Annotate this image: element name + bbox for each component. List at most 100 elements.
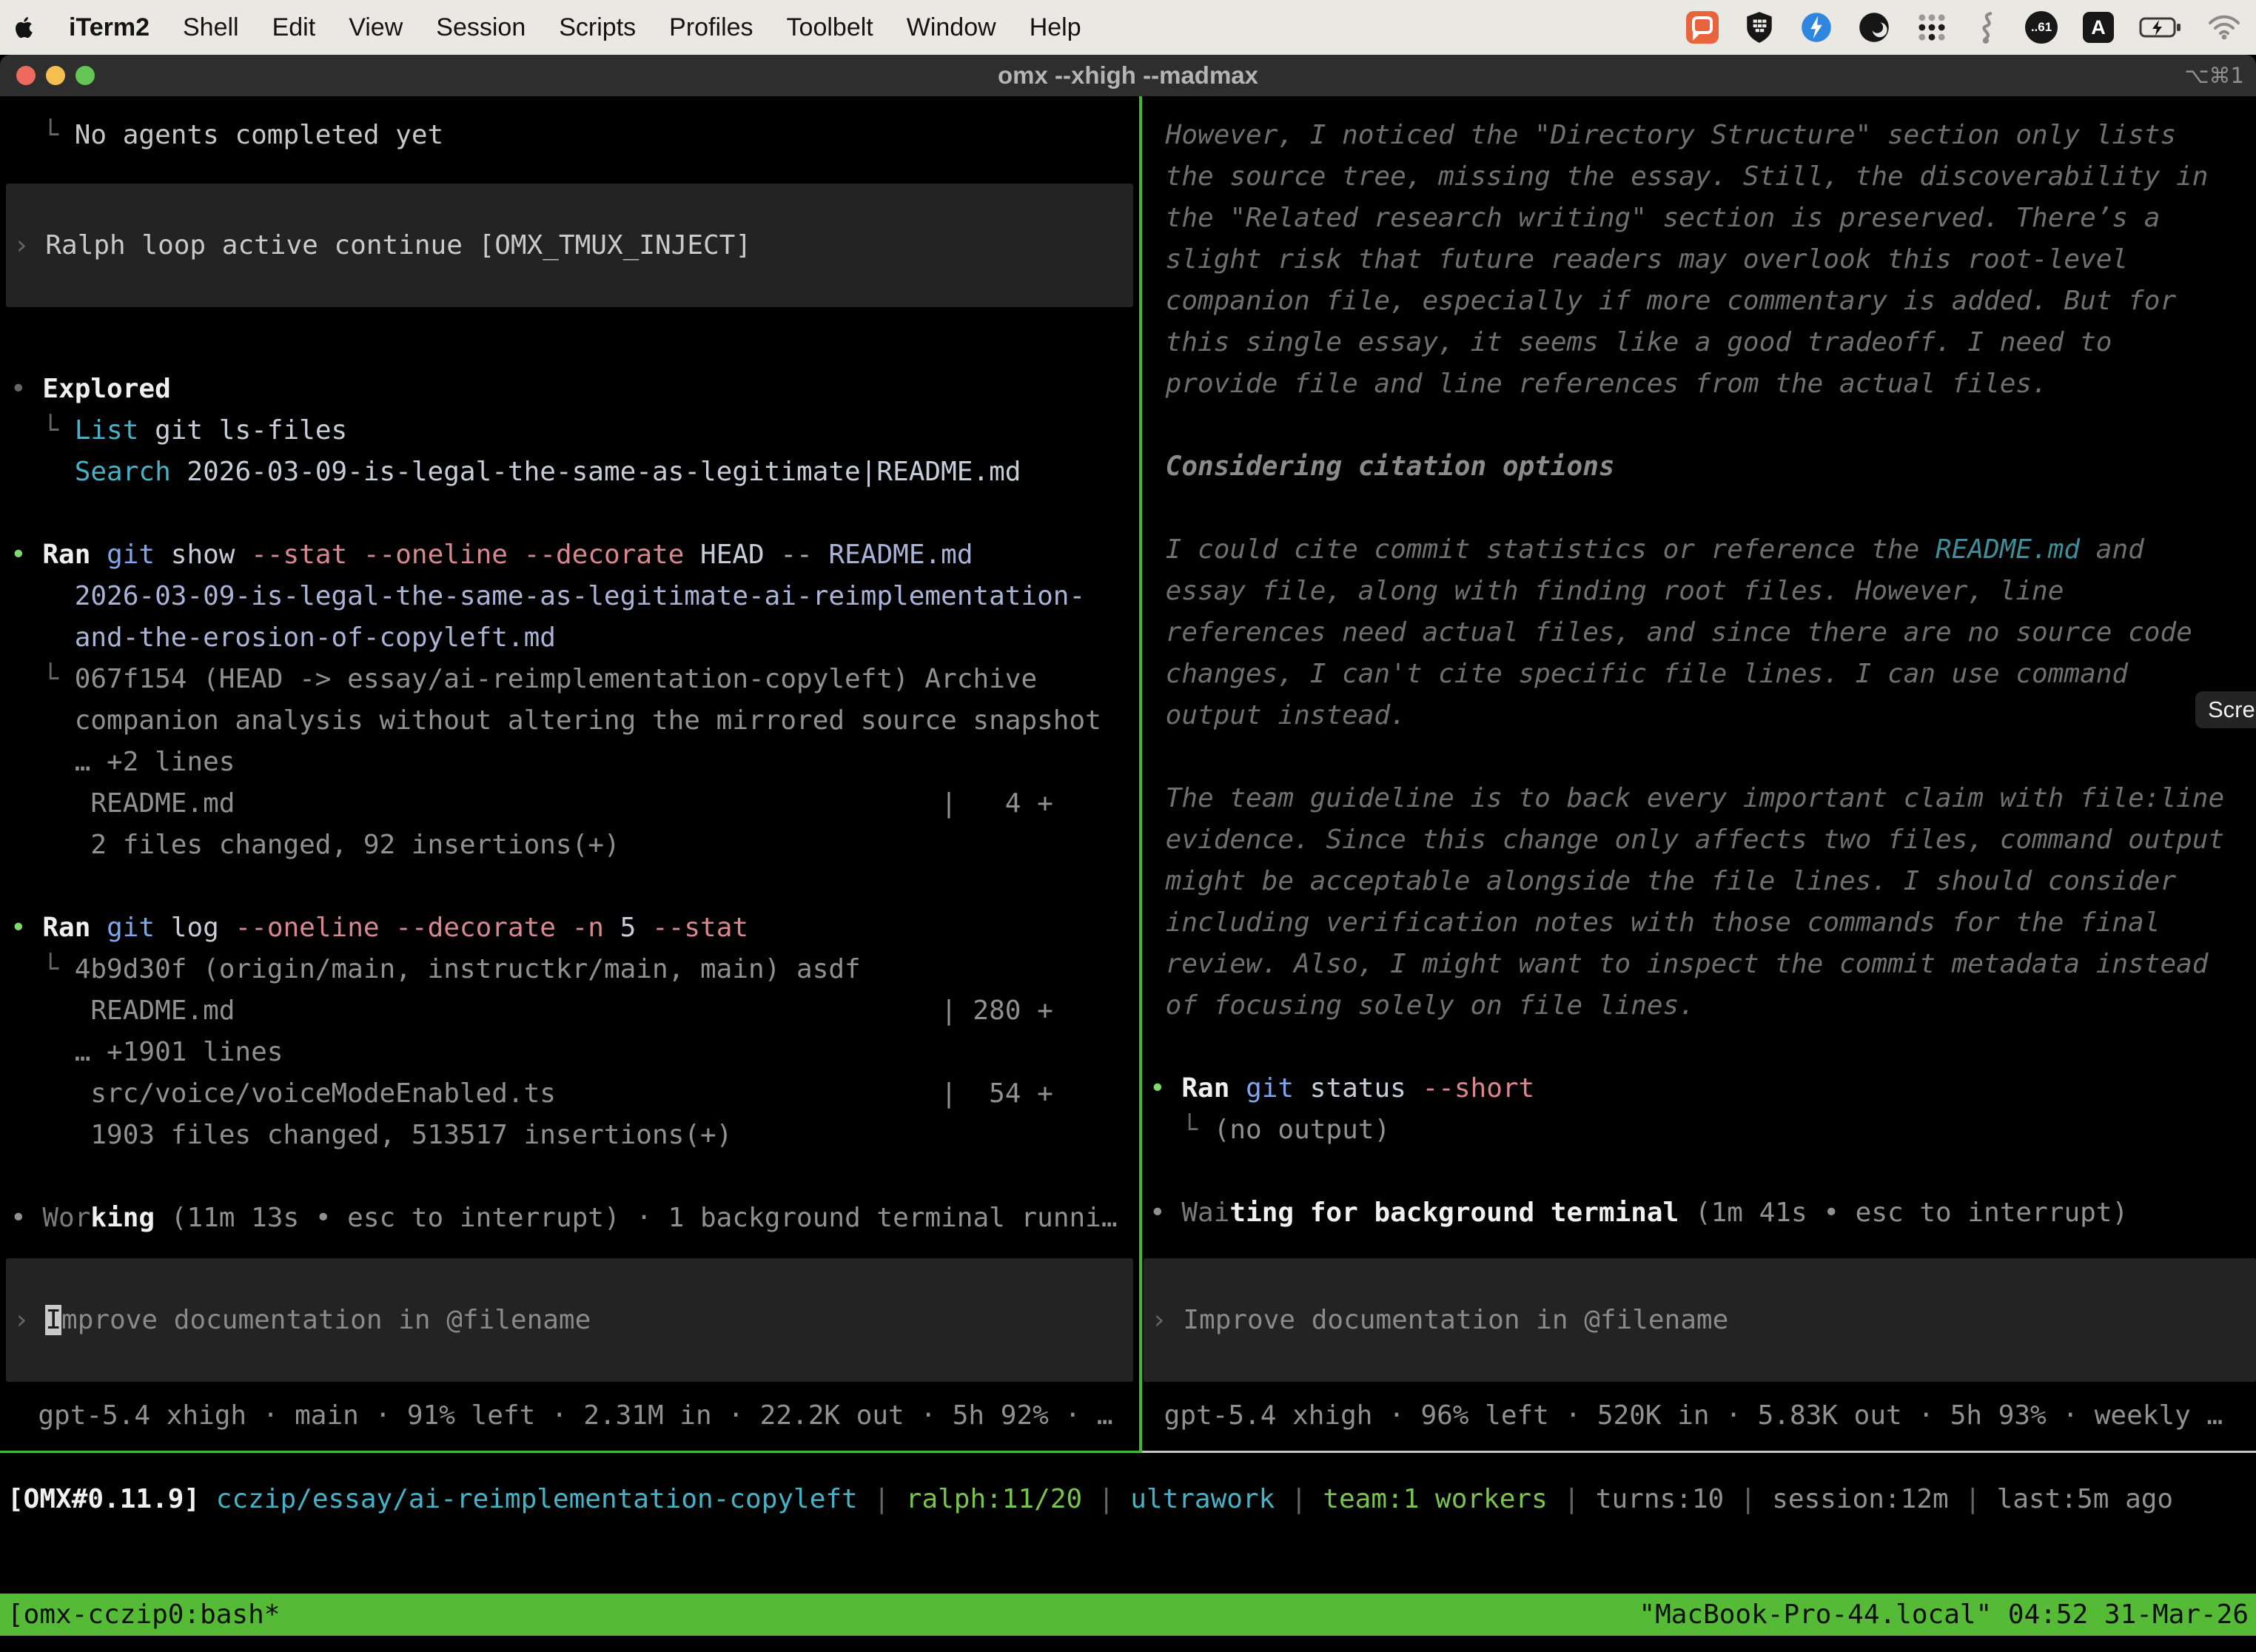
text-segment: king: [90, 1203, 155, 1233]
text-segment: •: [10, 374, 42, 404]
text-segment: |: [1548, 1484, 1596, 1514]
chat-app-icon[interactable]: [1686, 11, 1719, 44]
text-segment: review. Also, I might want to inspect th…: [1149, 949, 2208, 979]
terminal-line: • Working (11m 13s • esc to interrupt) ·…: [10, 1198, 1139, 1239]
text-segment: last:5m ago: [1997, 1484, 2173, 1514]
menu-item-session[interactable]: Session: [436, 13, 526, 42]
text-segment: cczip/essay/ai-reimplementation-copyleft: [216, 1484, 858, 1514]
menu-item-edit[interactable]: Edit: [272, 13, 316, 42]
pane-border-bottom-left: [0, 1451, 1142, 1453]
text-segment: --: [780, 540, 812, 570]
wifi-icon[interactable]: [2207, 14, 2241, 41]
text-segment: └: [10, 664, 75, 694]
terminal-line: └ 4b9d30f (origin/main, instructkr/main,…: [10, 949, 1139, 990]
text-segment: including verification notes with those …: [1149, 907, 2160, 938]
left-terminal-pane[interactable]: └ No agents completed yet › Ralph loop a…: [0, 96, 1139, 1451]
terminal-line: [10, 866, 1139, 907]
terminal-line: of focusing solely on file lines.: [1149, 985, 2256, 1027]
text-segment: status: [1294, 1073, 1422, 1104]
terminal-line: • Ran git show --stat --oneline --decora…: [10, 534, 1139, 576]
left-pane-log-lines: • Explored └ List git ls-files Search 20…: [10, 369, 1139, 1239]
right-prompt-input[interactable]: › Improve documentation in @filename: [1144, 1258, 2256, 1382]
a-key-icon[interactable]: A: [2083, 12, 2114, 43]
text-segment: ›: [1151, 1305, 1183, 1335]
menu-item-scripts[interactable]: Scripts: [559, 13, 636, 42]
text-segment: I could cite commit statistics or refere…: [1149, 534, 1936, 565]
text-segment: •: [10, 1203, 42, 1233]
terminal-line: └ List git ls-files: [10, 410, 1139, 451]
text-segment: (no output): [1214, 1115, 1390, 1145]
omx-status-line: [OMX#0.11.9] cczip/essay/ai-reimplementa…: [7, 1479, 2173, 1520]
terminal-line: However, I noticed the "Directory Struct…: [1149, 115, 2256, 156]
text-segment: README.md | 4 +: [10, 788, 1053, 819]
menu-item-window[interactable]: Window: [907, 13, 996, 42]
window-title-bar[interactable]: omx --xhigh --madmax ⌥⌘1: [0, 55, 2256, 96]
menu-item-iterm2[interactable]: iTerm2: [69, 13, 150, 42]
text-segment: ultrawork: [1130, 1484, 1275, 1514]
menu-item-shell[interactable]: Shell: [183, 13, 239, 42]
text-segment: [1229, 1073, 1246, 1104]
menu-item-profiles[interactable]: Profiles: [669, 13, 753, 42]
dots-grid-icon[interactable]: [1916, 11, 1948, 44]
terminal-line: The team guideline is to back every impo…: [1149, 778, 2256, 819]
text-segment: ›: [13, 230, 45, 261]
text-segment: [OMX#0.11.9]: [7, 1484, 200, 1514]
apple-menu-icon[interactable]: [15, 16, 36, 39]
left-prompt-input[interactable]: › Improve documentation in @filename: [6, 1258, 1133, 1382]
menu-item-help[interactable]: Help: [1030, 13, 1081, 42]
text-segment: Wor: [42, 1203, 90, 1233]
text-segment: Improve documentation in @filename: [1183, 1305, 1728, 1335]
terminal-line: └ 067f154 (HEAD -> essay/ai-reimplementa…: [10, 659, 1139, 700]
text-segment: mprove documentation in @filename: [61, 1305, 591, 1335]
text-segment: 4b9d30f (origin/main, instructkr/main, m…: [75, 954, 861, 984]
blue-bolt-icon[interactable]: [1800, 11, 1833, 44]
tmux-status-bar: [omx-cczip0:bash* "MacBook-Pro-44.local"…: [0, 1594, 2256, 1636]
badge-61-icon[interactable]: ..61: [2025, 11, 2058, 44]
menu-item-view[interactable]: View: [349, 13, 403, 42]
text-segment: ›: [13, 1305, 45, 1335]
text-segment: evidence. Since this change only affects…: [1149, 825, 2224, 855]
terminal-line: output instead.: [1149, 695, 2256, 736]
text-segment: [200, 1484, 216, 1514]
terminal-line: Considering citation options: [1149, 446, 2256, 488]
text-segment: companion analysis without altering the …: [10, 705, 1101, 736]
ralph-loop-input-box[interactable]: › Ralph loop active continue [OMX_TMUX_I…: [6, 184, 1133, 307]
text-segment: However, I noticed the "Directory Struct…: [1149, 120, 2176, 150]
text-segment: |: [1082, 1484, 1130, 1514]
text-segment: src/voice/voiceModeEnabled.ts | 54 +: [10, 1078, 1053, 1109]
text-segment: 2 files changed, 92 insertions(+): [10, 830, 620, 860]
terminal-line: including verification notes with those …: [1149, 902, 2256, 944]
text-segment: provide file and line references from th…: [1149, 369, 2048, 399]
terminal-line: [1149, 1027, 2256, 1068]
text-segment: 067f154 (HEAD -> essay/ai-reimplementati…: [75, 664, 1037, 694]
s-curve-icon[interactable]: [1973, 10, 2000, 44]
text-segment: git ls-files: [138, 415, 347, 446]
text-segment: No agents completed yet: [75, 120, 444, 150]
text-segment: └: [1149, 1115, 1214, 1145]
text-segment: Ran: [42, 540, 90, 570]
text-segment: might be acceptable alongside the file l…: [1149, 866, 2176, 896]
text-segment: --oneline --decorate -n: [235, 913, 604, 943]
text-segment: of focusing solely on file lines.: [1149, 990, 1695, 1021]
left-pane-header-lines: └ No agents completed yet: [10, 115, 1139, 156]
screen-overlay-button[interactable]: Scre: [2195, 691, 2256, 728]
left-model-status: gpt-5.4 xhigh · main · 91% left · 2.31M …: [6, 1395, 1113, 1437]
shield-icon[interactable]: [1744, 10, 1775, 44]
pane-border-bottom-right: [1142, 1451, 2256, 1453]
text-segment: 2026-03-09-is-legal-the-same-as-legitima…: [10, 581, 1085, 611]
text-segment: team:1 workers: [1323, 1484, 1547, 1514]
terminal-line: references need actual files, and since …: [1149, 612, 2256, 654]
terminal-line: • Waiting for background terminal (1m 41…: [1149, 1192, 2256, 1234]
terminal-line: companion analysis without altering the …: [10, 700, 1139, 742]
battery-icon[interactable]: [2139, 16, 2182, 38]
terminal-line: slight risk that future readers may over…: [1149, 239, 2256, 281]
terminal-line: companion file, especially if more comme…: [1149, 281, 2256, 322]
menu-item-toolbelt[interactable]: Toolbelt: [787, 13, 873, 42]
text-segment: 2026-03-09-is-legal-the-same-as-legitima…: [171, 457, 1021, 487]
crescent-icon[interactable]: [1858, 11, 1890, 44]
terminal-line: src/voice/voiceModeEnabled.ts | 54 +: [10, 1073, 1139, 1115]
tmux-host-clock: "MacBook-Pro-44.local" 04:52 31-Mar-26: [1639, 1599, 2249, 1630]
text-segment: README.md: [828, 540, 973, 570]
text-segment: turns:10: [1596, 1484, 1724, 1514]
right-terminal-pane[interactable]: However, I noticed the "Directory Struct…: [1142, 96, 2256, 1451]
